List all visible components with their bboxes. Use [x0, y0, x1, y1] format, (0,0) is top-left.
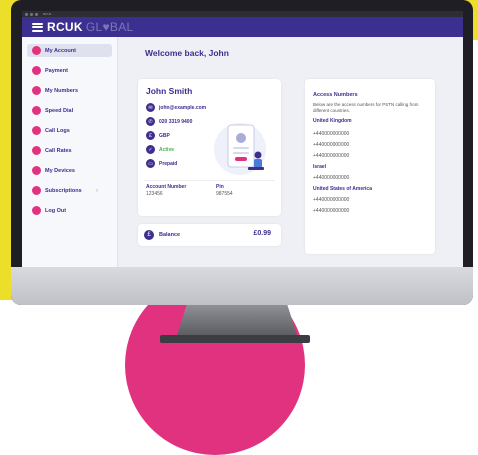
window-dot-icon[interactable]: [30, 12, 33, 16]
sidebar-item-label: Call Logs: [45, 127, 70, 134]
plan-row: ▭ Prepaid: [146, 159, 177, 168]
account-number-label: Account Number: [146, 184, 187, 190]
status-badge: Active: [159, 146, 175, 153]
access-number: +440000000000: [313, 197, 350, 203]
logout-icon: [32, 206, 41, 215]
page-title: Welcome back, John: [145, 48, 229, 58]
status-row: ✓ Active: [146, 145, 174, 154]
access-number: +440000000000: [313, 153, 350, 159]
sidebar-item-label: Call Rates: [45, 147, 72, 154]
monitor-chin: [11, 267, 473, 305]
sidebar-item-label: My Devices: [45, 167, 75, 174]
access-numbers-title: Access Numbers: [313, 92, 358, 98]
card-icon: ▭: [146, 159, 155, 168]
access-number: +440000000000: [313, 142, 350, 148]
sidebar-item-call-logs[interactable]: Call Logs: [27, 124, 112, 137]
balance-value: £0.99: [253, 230, 271, 237]
email-icon: ✉: [146, 103, 155, 112]
app-header: RCUK GL♥BAL: [22, 17, 463, 37]
email-value: john@example.com: [159, 104, 207, 111]
card-icon: [32, 66, 41, 75]
browser-tab[interactable]: RCUK: [43, 12, 52, 16]
plan-value: Prepaid: [159, 160, 178, 167]
sidebar-item-my-devices[interactable]: My Devices: [27, 164, 112, 177]
currency-value: GBP: [159, 132, 170, 139]
window-dot-icon[interactable]: [35, 12, 38, 16]
screen: RCUK RCUK GL♥BAL My Account Payment My N…: [22, 11, 463, 267]
balance-card: £ Balance £0.99: [138, 224, 281, 246]
sidebar-item-log-out[interactable]: Log Out: [27, 204, 112, 217]
numbers-icon: [32, 86, 41, 95]
pound-icon: £: [144, 230, 154, 240]
profile-card: John Smith ✉ john@example.com ✆ 020 3319 9…: [138, 79, 281, 216]
speed-dial-icon: [32, 106, 41, 115]
sidebar-item-label: My Account: [45, 47, 76, 54]
balance-label: Balance: [159, 232, 181, 238]
chevron-right-icon: ›: [96, 187, 98, 194]
phone-row: ✆ 020 3319 9400: [146, 117, 192, 126]
phone-value: 020 3319 9400: [159, 118, 193, 125]
monitor-stand: [177, 305, 297, 335]
sidebar-item-speed-dial[interactable]: Speed Dial: [27, 104, 112, 117]
sidebar: My Account Payment My Numbers Speed Dial…: [22, 37, 118, 267]
sidebar-item-my-numbers[interactable]: My Numbers: [27, 84, 112, 97]
sidebar-item-label: My Numbers: [45, 87, 79, 94]
currency-row: £ GBP: [146, 131, 170, 140]
access-number: +440000000000: [313, 175, 350, 181]
sidebar-item-label: Speed Dial: [45, 107, 74, 114]
pound-icon: £: [146, 131, 155, 140]
access-country: Israel: [313, 164, 327, 170]
access-number: +440000000000: [313, 208, 350, 214]
sidebar-item-label: Subscriptions: [45, 187, 82, 194]
phone-icon: [32, 126, 41, 135]
pin-label: Pin: [216, 184, 224, 190]
phone-icon: ✆: [146, 117, 155, 126]
sidebar-item-subscriptions[interactable]: Subscriptions ›: [27, 184, 112, 197]
divider: [144, 180, 275, 181]
logo-sub: GL♥BAL: [85, 20, 134, 34]
window-dot-icon[interactable]: [25, 12, 28, 16]
access-country: United Kingdom: [313, 118, 352, 124]
account-number-value: 123456: [146, 191, 163, 197]
sidebar-item-my-account[interactable]: My Account: [27, 44, 112, 57]
subscriptions-icon: [32, 186, 41, 195]
profile-name: John Smith: [146, 86, 193, 96]
rates-icon: [32, 146, 41, 155]
access-numbers-card: Access Numbers Below are the access numb…: [305, 79, 435, 254]
main-content: Welcome back, John John Smith ✉ john@exam…: [118, 37, 463, 267]
profile-illustration: [214, 123, 266, 175]
sidebar-item-call-rates[interactable]: Call Rates: [27, 144, 112, 157]
pin-value: 987554: [216, 191, 233, 197]
sidebar-item-payment[interactable]: Payment: [27, 64, 112, 77]
user-icon: [32, 46, 41, 55]
access-number: +440000000000: [313, 131, 350, 137]
logo-main: RCUK: [47, 20, 83, 34]
access-country: United States of America: [313, 186, 372, 192]
check-icon: ✓: [146, 145, 155, 154]
monitor-stand-base: [160, 335, 310, 343]
sidebar-item-label: Log Out: [45, 207, 67, 214]
email-row: ✉ john@example.com: [146, 103, 206, 112]
sidebar-item-label: Payment: [45, 67, 68, 74]
devices-icon: [32, 166, 41, 175]
hamburger-menu-icon[interactable]: [32, 22, 43, 32]
access-numbers-description: Below are the access numbers for PSTN ca…: [313, 102, 419, 113]
